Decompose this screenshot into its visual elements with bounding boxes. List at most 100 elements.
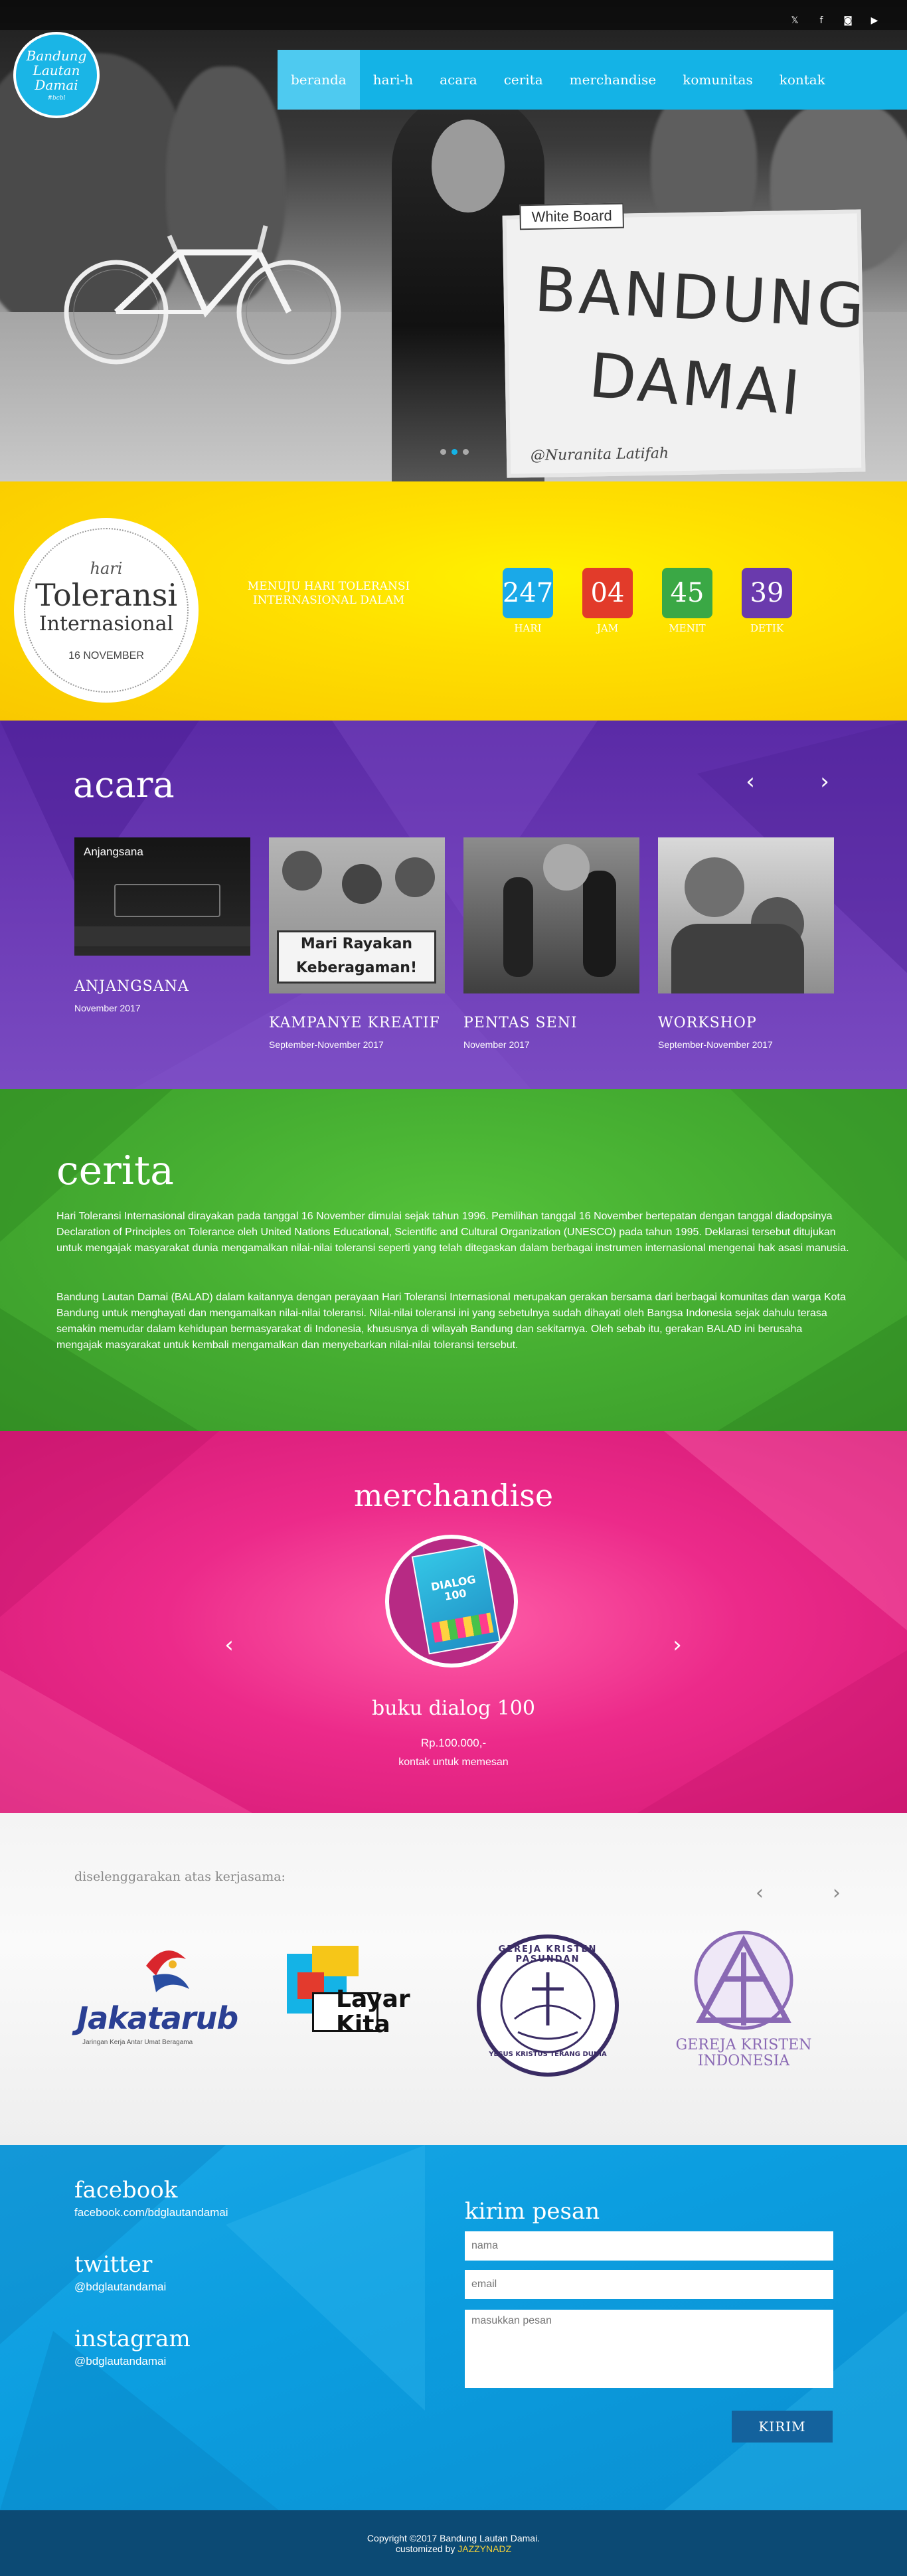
product-contact-link[interactable]: kontak untuk memesan	[0, 1757, 907, 1768]
countdown-hours-value: 04	[582, 568, 633, 618]
countdown-seconds-value: 39	[742, 568, 792, 618]
countdown-hours-label: JAM	[596, 622, 619, 634]
partner-name: GEREJA KRISTEN INDONESIA	[675, 2037, 812, 2069]
partners-prev-arrow[interactable]: ‹	[746, 1879, 773, 1906]
footer-credit: customized by JAZZYNADZ	[396, 2543, 511, 2554]
event-date: September-November 2017	[269, 1039, 384, 1050]
merch-title: merchandise	[353, 1478, 554, 1513]
nav-item-komunitas[interactable]: komunitas	[669, 50, 766, 110]
nav-item-hari-h[interactable]: hari-h	[360, 50, 426, 110]
twitter-icon[interactable]: 𝕏	[789, 15, 801, 27]
logo-line1: Bandung	[26, 48, 87, 64]
site-footer: Copyright ©2017 Bandung Lautan Damai. cu…	[0, 2510, 907, 2576]
event-card[interactable]: Anjangsana ANJANGSANA November 2017	[74, 837, 250, 1013]
nav-item-beranda[interactable]: beranda	[278, 50, 360, 110]
partner-name: Jakatarub	[77, 2000, 238, 2036]
event-title: WORKSHOP	[658, 1015, 757, 1031]
countdown-days: 247 HARI	[503, 568, 553, 634]
nav-item-kontak[interactable]: kontak	[766, 50, 839, 110]
partner-logo-gki[interactable]: GEREJA KRISTEN INDONESIA	[664, 1926, 823, 2085]
whiteboard-text-line1: BANDUNG	[533, 254, 869, 343]
partner-name: Layar Kita	[336, 1986, 410, 2038]
slider-dot[interactable]	[440, 449, 446, 455]
tolerance-day-badge: hari Toleransi Internasional 16 NOVEMBER	[16, 520, 197, 701]
cerita-title: cerita	[56, 1148, 174, 1194]
event-image	[463, 837, 639, 993]
slider-dots	[440, 449, 469, 455]
send-button[interactable]: KIRIM	[732, 2411, 833, 2443]
badge-hari: hari	[90, 558, 123, 578]
twitter-link[interactable]: @bdglautandamai	[74, 2280, 166, 2294]
countdown-section: hari Toleransi Internasional 16 NOVEMBER…	[0, 481, 907, 721]
cerita-section: cerita Hari Toleransi Internasional dira…	[0, 1089, 907, 1431]
logo-line2: Lautan	[33, 62, 80, 78]
partners-section: diselenggarakan atas kerjasama: ‹ › Jaka…	[0, 1813, 907, 2145]
partner-subtitle: YESUS KRISTUS TERANG DUNIA	[489, 2051, 607, 2058]
partner-logo-layar-kita[interactable]: Layar Kita	[279, 1926, 438, 2085]
merch-next-arrow[interactable]: ›	[664, 1632, 691, 1658]
merchandise-section: merchandise DIALOG 100 ‹ › buku dialog 1…	[0, 1431, 907, 1813]
event-card[interactable]: WORKSHOP September-November 2017	[658, 837, 834, 1050]
cerita-bg-texture	[0, 1089, 907, 1431]
gki-emblem	[694, 1931, 793, 2030]
cerita-paragraph-2: Bandung Lautan Damai (BALAD) dalam kaita…	[56, 1292, 846, 1351]
instagram-heading: instagram	[74, 2326, 191, 2352]
badge-toleransi: Toleransi	[35, 576, 178, 613]
event-image-caption: Mari Rayakan Keberagaman!	[277, 930, 436, 984]
facebook-icon[interactable]: f	[815, 15, 827, 27]
whiteboard-text-line2: DAMAI	[586, 339, 805, 430]
whiteboard-tag: White Board	[519, 203, 625, 230]
slider-dot[interactable]	[463, 449, 469, 455]
badge-date: 16 NOVEMBER	[68, 649, 144, 661]
bicycle-illustration	[64, 225, 341, 365]
top-bar	[0, 0, 907, 30]
countdown-minutes-label: MENIT	[669, 622, 706, 634]
contact-twitter: twitter @bdglautandamai	[74, 2251, 166, 2294]
facebook-heading: facebook	[74, 2177, 178, 2203]
acara-section: acara ‹ › Anjangsana ANJANGSANA November…	[0, 721, 907, 1089]
acara-prev-arrow[interactable]: ‹	[737, 768, 764, 795]
nav-item-merchandise[interactable]: merchandise	[556, 50, 670, 110]
youtube-icon[interactable]: ▶	[868, 15, 880, 27]
acara-title: acara	[73, 764, 175, 806]
site-logo[interactable]: Bandung Lautan Damai #bcbl	[13, 32, 100, 118]
partner-logo-gkp[interactable]: GEREJA KRISTEN PASUNDAN YESUS KRISTUS TE…	[468, 1926, 627, 2085]
logo-tagline: #bcbl	[47, 95, 66, 102]
footer-customized-label: customized by	[395, 2543, 458, 2554]
whiteboard-sign: White Board BANDUNG DAMAI @Nuranita Lati…	[502, 203, 869, 478]
event-image-caption: Anjangsana	[84, 845, 143, 858]
countdown-seconds-label: DETIK	[750, 622, 784, 634]
message-input[interactable]	[465, 2310, 833, 2388]
email-input[interactable]	[465, 2270, 833, 2299]
event-date: September-November 2017	[658, 1039, 773, 1050]
acara-next-arrow[interactable]: ›	[811, 768, 838, 795]
event-card[interactable]: Mari Rayakan Keberagaman! KAMPANYE KREAT…	[269, 837, 445, 1050]
countdown-days-label: HARI	[514, 622, 542, 634]
countdown-caption: MENUJU HARI TOLERANSI INTERNASIONAL DALA…	[247, 580, 410, 607]
event-title: PENTAS SENI	[463, 1015, 578, 1031]
footer-brand-link[interactable]: JAZZYNADZ	[457, 2543, 511, 2554]
instagram-icon[interactable]: ◙	[842, 15, 854, 27]
partner-subtitle: Jaringan Kerja Antar Umat Beragama	[82, 2039, 193, 2046]
event-title: KAMPANYE KREATIF	[269, 1015, 440, 1031]
instagram-link[interactable]: @bdglautandamai	[74, 2355, 191, 2368]
product-name: buku dialog 100	[372, 1697, 535, 1720]
facebook-link[interactable]: facebook.com/bdglautandamai	[74, 2206, 228, 2219]
logo-line3: Damai	[35, 77, 78, 93]
event-date: November 2017	[74, 1003, 141, 1013]
event-card[interactable]: PENTAS SENI November 2017	[463, 837, 639, 1050]
event-image	[658, 837, 834, 993]
slider-dot-active[interactable]	[452, 449, 457, 455]
event-title: ANJANGSANA	[74, 978, 189, 995]
partner-logo-jakatarub[interactable]: Jakatarub Jaringan Kerja Antar Umat Bera…	[73, 1926, 238, 2085]
countdown-minutes-value: 45	[662, 568, 712, 618]
name-input[interactable]	[465, 2231, 833, 2261]
partners-next-arrow[interactable]: ›	[823, 1879, 850, 1906]
twitter-heading: twitter	[74, 2251, 153, 2278]
nav-item-acara[interactable]: acara	[426, 50, 491, 110]
event-image: Mari Rayakan Keberagaman!	[269, 837, 445, 993]
merch-prev-arrow[interactable]: ‹	[216, 1632, 242, 1658]
product-price: Rp.100.000,-	[420, 1737, 487, 1749]
product-image[interactable]: DIALOG 100	[385, 1535, 518, 1668]
nav-item-cerita[interactable]: cerita	[491, 50, 556, 110]
